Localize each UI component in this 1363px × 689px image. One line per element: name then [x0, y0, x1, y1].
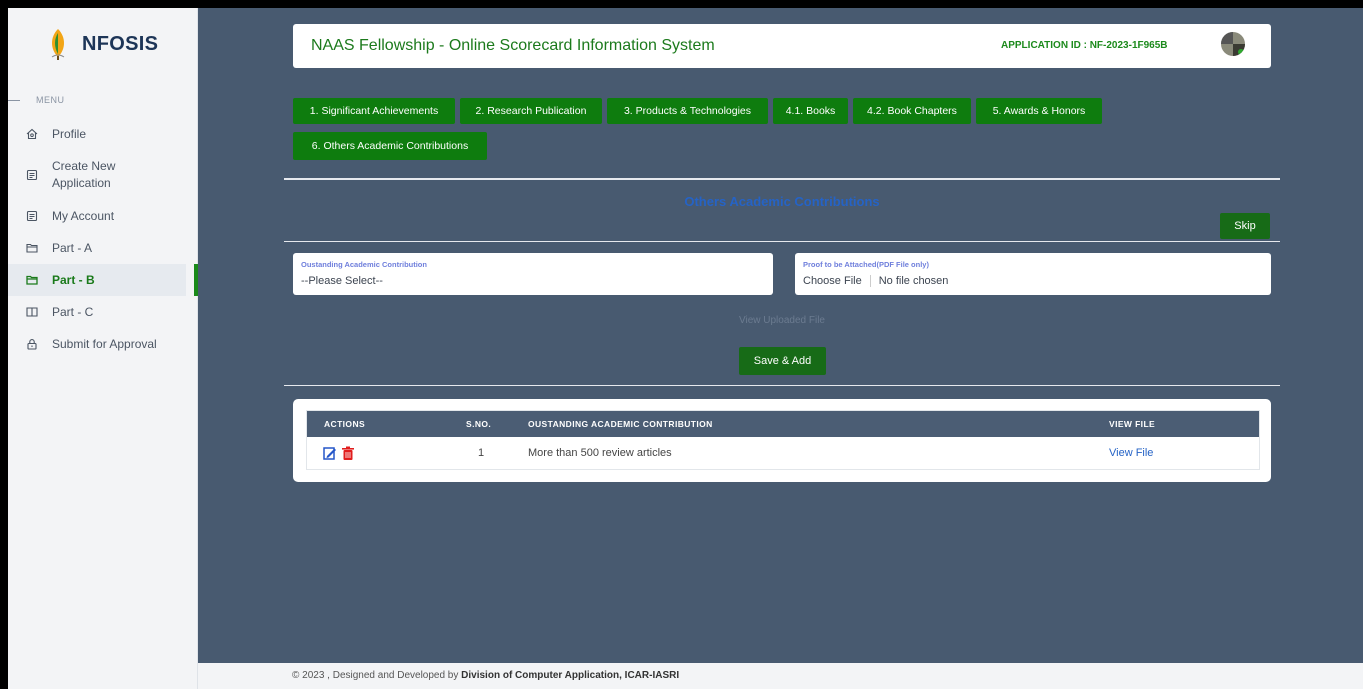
section-title: Others Academic Contributions	[684, 194, 880, 209]
menu-label: MENU	[8, 95, 65, 105]
header-actions: ACTIONS	[324, 419, 366, 429]
sidebar-item-label: My Account	[52, 208, 115, 223]
divider	[284, 385, 1280, 386]
sidebar-item-label: Profile	[52, 126, 87, 141]
sidebar-nav: Profile Create New Application My Accoun…	[8, 118, 198, 360]
brand-name: NFOSIS	[82, 32, 159, 55]
proof-file-input[interactable]: Proof to be Attached(PDF File only) Choo…	[795, 253, 1271, 295]
sidebar-item-label: Submit for Approval	[52, 336, 157, 351]
sidebar-item-label: Part - B	[52, 272, 95, 287]
book-icon	[26, 307, 38, 317]
row-actions	[323, 446, 355, 461]
tab-significant-achievements[interactable]: 1. Significant Achievements	[293, 98, 455, 124]
footer-prefix: © 2023 , Designed and Developed by	[292, 670, 462, 681]
sidebar-item-label: Part - C	[52, 304, 94, 319]
sidebar-item-part-a[interactable]: Part - A	[26, 232, 198, 264]
lock-icon	[27, 339, 37, 350]
save-add-button[interactable]: Save & Add	[739, 347, 826, 375]
sidebar-item-label: Part - A	[52, 240, 93, 255]
document-icon	[26, 169, 38, 181]
sidebar-item-label: Create New Application	[52, 159, 116, 190]
contributions-table: ACTIONS S.NO. OUSTANDING ACADEMIC CONTRI…	[306, 410, 1260, 470]
home-icon	[26, 128, 38, 140]
leaf-logo-icon	[51, 29, 65, 60]
tab-research-publication[interactable]: 2. Research Publication	[460, 98, 602, 124]
header-contribution: OUSTANDING ACADEMIC CONTRIBUTION	[528, 419, 713, 429]
sidebar-item-create-application[interactable]: Create New Application	[26, 150, 198, 200]
folder-icon	[26, 275, 38, 285]
folder-icon	[26, 243, 38, 253]
contributions-card: ACTIONS S.NO. OUSTANDING ACADEMIC CONTRI…	[293, 399, 1271, 482]
skip-button[interactable]: Skip	[1220, 213, 1270, 239]
proof-label: Proof to be Attached(PDF File only)	[803, 260, 929, 269]
row-contribution: More than 500 review articles	[528, 447, 672, 459]
divider	[284, 241, 1280, 242]
page-title: NAAS Fellowship - Online Scorecard Infor…	[311, 37, 715, 54]
table-row: 1 More than 500 review articles View Fil…	[307, 437, 1259, 469]
contribution-label: Oustanding Academic Contribution	[301, 260, 427, 269]
sidebar-item-part-b[interactable]: Part - B	[8, 264, 198, 296]
brand[interactable]: NFOSIS	[8, 8, 197, 80]
contribution-value: --Please Select--	[301, 275, 383, 287]
contribution-select[interactable]: Oustanding Academic Contribution --Pleas…	[293, 253, 773, 295]
view-file-link[interactable]: View File	[1109, 447, 1153, 459]
edit-icon[interactable]	[323, 446, 337, 461]
header-view-file: VIEW FILE	[1109, 419, 1156, 429]
sidebar-item-part-c[interactable]: Part - C	[26, 296, 198, 328]
sidebar-item-submit-approval[interactable]: Submit for Approval	[26, 328, 198, 360]
sidebar-item-profile[interactable]: Profile	[26, 118, 198, 150]
tab-books[interactable]: 4.1. Books	[773, 98, 848, 124]
tab-products-technologies[interactable]: 3. Products & Technologies	[607, 98, 768, 124]
footer: © 2023 , Designed and Developed by Divis…	[198, 663, 1363, 689]
row-sno: 1	[478, 447, 485, 459]
divider	[284, 178, 1280, 180]
tab-others-academic[interactable]: 6. Others Academic Contributions	[293, 132, 487, 160]
tab-book-chapters[interactable]: 4.2. Book Chapters	[853, 98, 971, 124]
sidebar: NFOSIS MENU Profile Create New Applicati…	[8, 8, 198, 689]
delete-icon[interactable]	[341, 446, 355, 461]
view-uploaded-file-link[interactable]: View Uploaded File	[284, 315, 1280, 326]
tab-awards-honors[interactable]: 5. Awards & Honors	[976, 98, 1102, 124]
choose-file-button[interactable]: Choose File	[803, 275, 871, 287]
app-frame: NFOSIS MENU Profile Create New Applicati…	[8, 8, 1363, 689]
avatar[interactable]	[1221, 32, 1245, 56]
account-icon	[26, 210, 38, 222]
footer-org: Division of Computer Application, ICAR-I…	[461, 670, 680, 681]
table-header: ACTIONS S.NO. OUSTANDING ACADEMIC CONTRI…	[307, 411, 1259, 437]
application-id: APPLICATION ID : NF-2023-1F965B	[1001, 40, 1168, 51]
no-file-text: No file chosen	[878, 275, 949, 287]
sidebar-item-my-account[interactable]: My Account	[26, 200, 198, 232]
header-sno: S.NO.	[466, 419, 492, 429]
page-header: NAAS Fellowship - Online Scorecard Infor…	[293, 24, 1271, 68]
